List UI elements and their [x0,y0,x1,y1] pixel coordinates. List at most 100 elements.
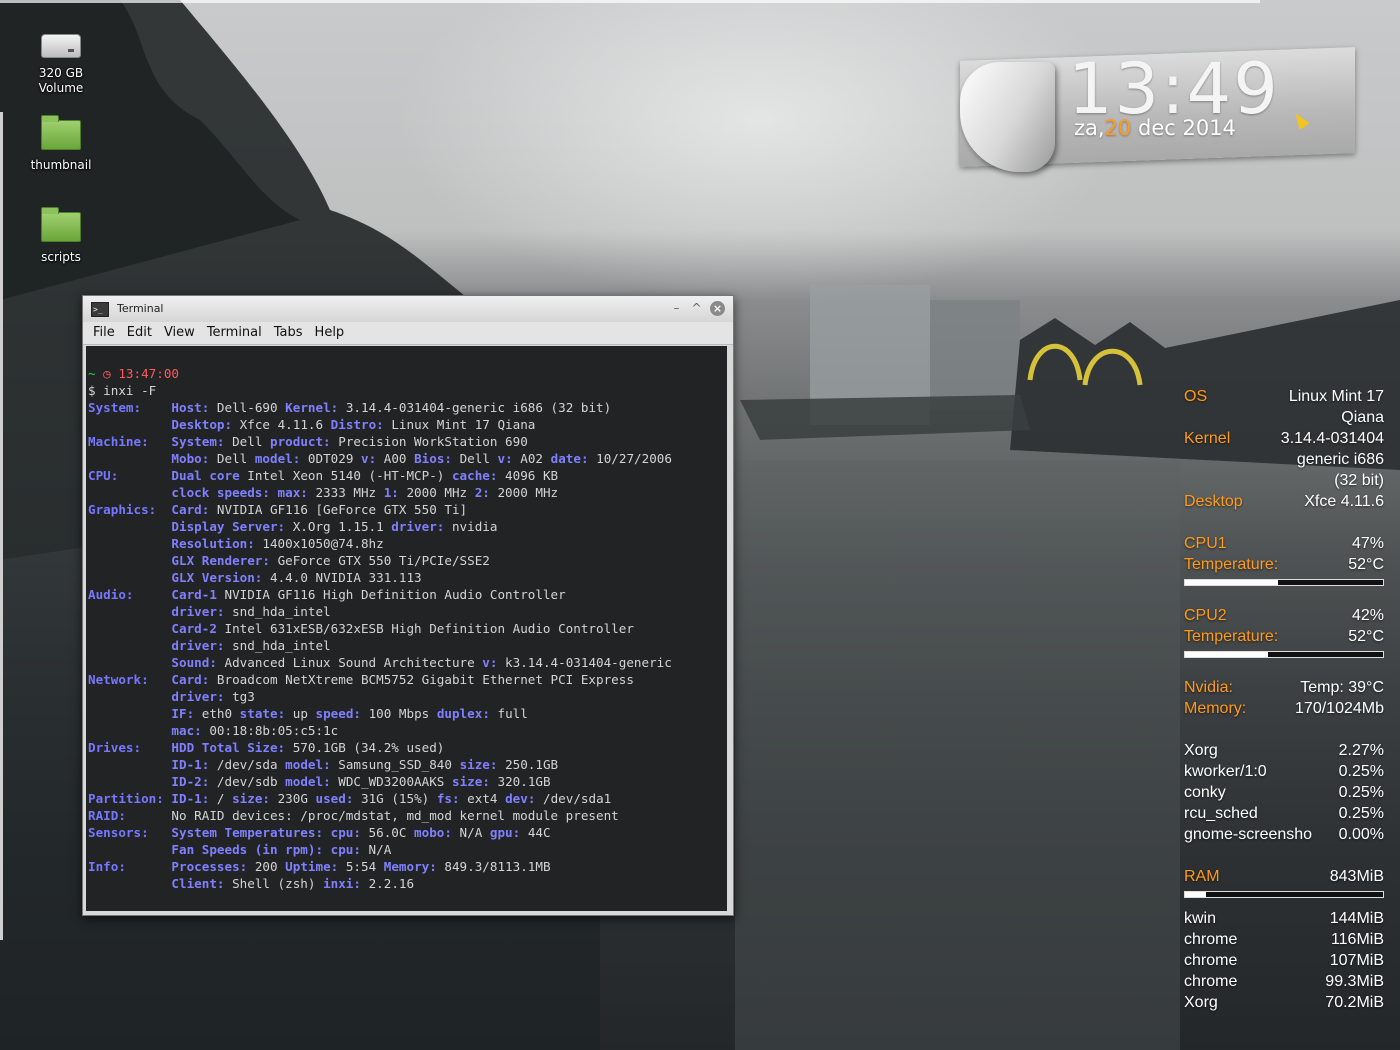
field-key: model: [254,451,301,466]
field-value: /dev/sdb [209,774,286,789]
section-label: Drives: [88,740,172,755]
field-value: 2000 MHz [398,485,475,500]
output-line: driver: snd_hda_intel [88,603,330,620]
drive-icon [41,34,81,58]
cpu2-bar-fill [1185,652,1269,657]
field-key: Card: [171,672,210,687]
field-key: product: [269,434,331,449]
field-value: 44C [520,825,551,840]
field-value: / [209,791,233,806]
command-line: $ inxi -F [88,383,157,398]
terminal-window[interactable]: >_ Terminal – ^ × File Edit View Terminal Ta… [82,295,734,916]
clock-glyph-icon: ◷ [103,366,119,381]
field-key: duplex: [436,706,490,721]
field-key: Resolution: [171,536,255,551]
field-value: Advanced Linux Sound Architecture [216,655,483,670]
field-value: 5:54 [338,859,384,874]
kernel-label: Kernel [1184,430,1231,447]
menu-view[interactable]: View [158,322,201,340]
process-row: Xorg 70.2MiB [1180,994,1388,1015]
field-value: eth0 [194,706,240,721]
process-row: kworker/1:0 0.25% [1180,763,1388,784]
output-line: Resolution: 1400x1050@74.8hz [88,535,383,552]
field-key: Kernel: [285,400,339,415]
cpu1-temp: 52°C [1348,556,1384,573]
field-value [88,621,171,636]
desktop-icon-label: 320 GB Volume [38,66,84,95]
field-key: 1: [383,485,399,500]
field-value [88,706,171,721]
desktop-icon-volume[interactable]: 320 GB Volume [11,24,111,96]
field-value: 00:18:8b:05:c5:1c [201,723,339,738]
menu-edit[interactable]: Edit [121,322,158,340]
folder-icon [41,115,81,150]
process-value: 0.00% [1338,826,1384,843]
field-key: Host: [171,400,210,415]
clock-month-year: dec 2014 [1138,116,1236,140]
output-line: RAID: No RAID devices: /proc/mdstat, md_… [88,807,619,824]
field-key: fs: [436,791,460,806]
ram-label: RAM [1184,868,1220,885]
field-value: WDC_WD3200AAKS [330,774,452,789]
field-key: dev: [505,791,536,806]
nvidia-label: Nvidia: [1184,679,1233,696]
field-value: 3.14.4-031404-generic i686 (32 bit) [338,400,612,415]
field-key: driver: [171,604,225,619]
output-line: driver: snd_hda_intel [88,637,330,654]
field-value: 0DT029 [300,451,361,466]
output-line: Mobo: Dell model: 0DT029 v: A00 Bios: De… [88,450,672,467]
terminal-titlebar[interactable]: >_ Terminal – ^ × [83,296,733,322]
process-name: kwin [1184,910,1217,927]
minimize-button[interactable]: – [669,301,684,316]
field-value: 2000 MHz [489,485,559,500]
output-line: driver: tg3 [88,688,254,705]
menu-terminal[interactable]: Terminal [201,322,268,340]
desktop-icon-thumbnail[interactable]: thumbnail [11,114,111,173]
field-value: Precision WorkStation 690 [330,434,528,449]
menu-file[interactable]: File [87,322,121,340]
field-key: speed: [315,706,362,721]
field-key: 2: [474,485,490,500]
section-label: Sensors: [88,825,172,840]
process-value: 0.25% [1338,784,1384,801]
field-value [88,451,171,466]
field-key: mobo: [414,825,452,840]
output-line: IF: eth0 state: up speed: 100 Mbps duple… [88,705,527,722]
field-value [88,757,171,772]
field-key: HDD Total Size: [171,740,286,755]
output-line: Partition: ID-1: / size: 230G used: 31G … [88,790,611,807]
menu-help[interactable]: Help [309,322,351,340]
field-key: cache: [451,468,498,483]
desktop-icon-label: scripts [41,250,81,264]
cpu1-value: 47% [1351,535,1384,552]
field-value: 4096 KB [497,468,559,483]
field-key: mac: [171,723,202,738]
field-key: System: [171,434,225,449]
field-value: 320.1GB [489,774,551,789]
close-button[interactable]: × [710,301,725,316]
os-label: OS [1184,388,1208,405]
conky-monitor: OS Linux Mint 17 Qiana Kernel 3.14.4-03140… [1180,388,1388,1015]
ram-value: 843MiB [1329,868,1384,885]
kernel-value: 3.14.4-031404 [1280,430,1384,447]
field-value [88,570,171,585]
field-key: v: [497,451,513,466]
field-key: Card-2 [171,621,217,636]
field-key: ID-1: [171,791,210,806]
menu-tabs[interactable]: Tabs [268,322,309,340]
field-value [88,842,171,857]
field-key: date: [550,451,589,466]
process-name: chrome [1184,952,1238,969]
output-line: System: Host: Dell-690 Kernel: 3.14.4-03… [88,399,611,416]
field-key: clock speeds: max: [171,485,308,500]
field-value: 200 [247,859,286,874]
section-label: Audio: [88,587,172,602]
terminal-output[interactable]: ~ ◷ 13:47:00 $ inxi -F System: Host: Del… [86,346,727,911]
maximize-button[interactable]: ^ [689,301,704,316]
clock-day-abbr: za, [1074,116,1105,140]
cpu2-temp: 52°C [1348,628,1384,645]
desktop-icon-scripts[interactable]: scripts [11,206,111,265]
process-row: Xorg 2.27% [1180,742,1388,763]
os-value-2: Qiana [1341,409,1384,426]
output-line: Display Server: X.Org 1.15.1 driver: nvi… [88,518,497,535]
